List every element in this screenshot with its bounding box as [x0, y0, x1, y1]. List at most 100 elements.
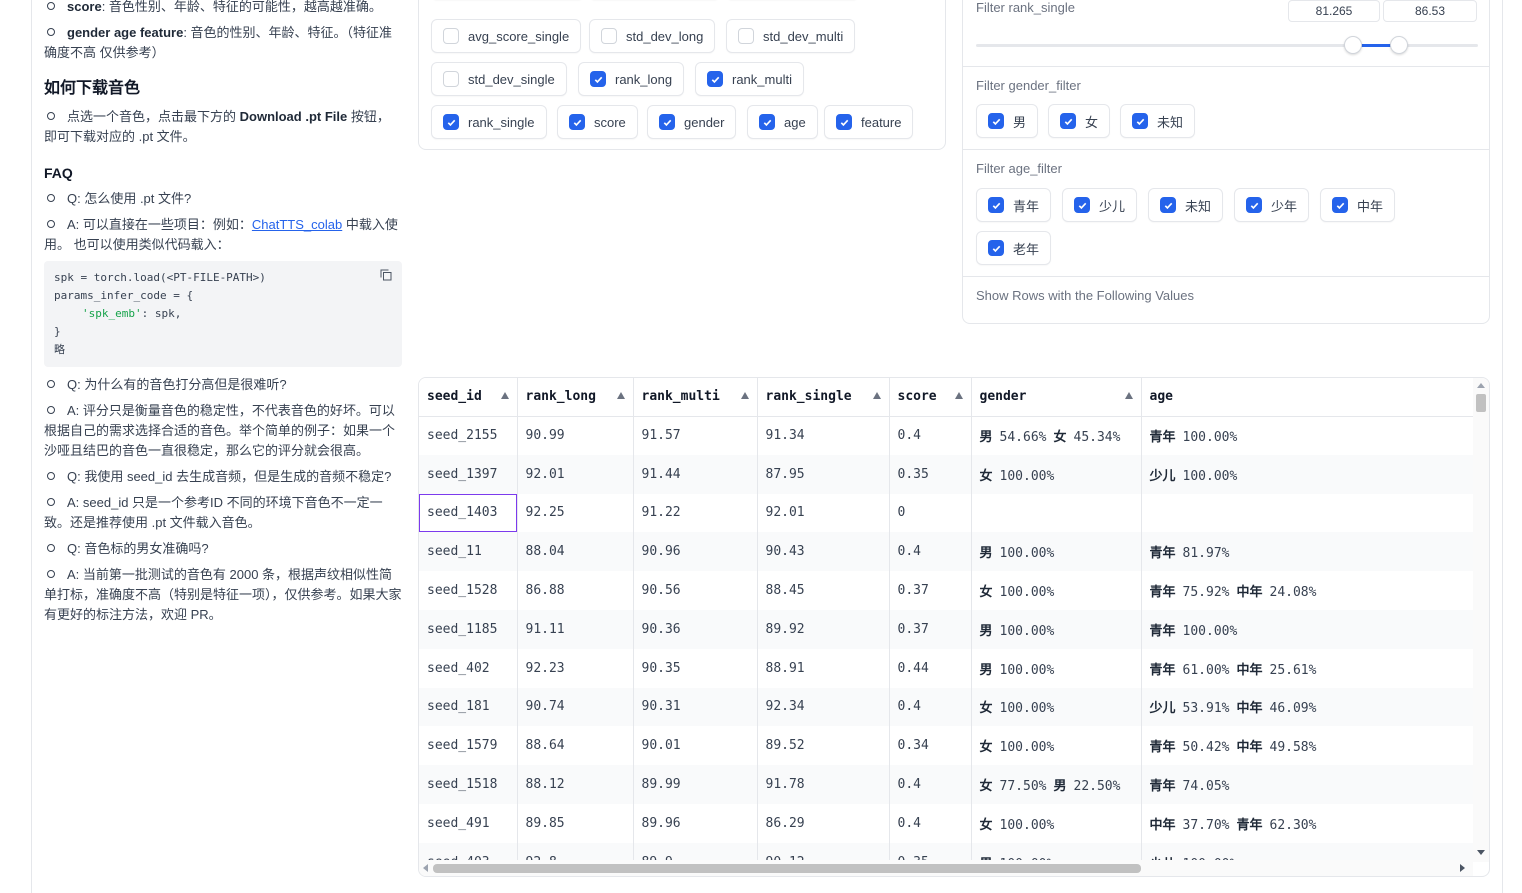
rank-long-cell[interactable]: 88.64: [517, 726, 634, 766]
seed-id-cell[interactable]: seed_11: [419, 532, 518, 572]
rank-single-cell[interactable]: 86.29: [757, 803, 890, 843]
gender-cell[interactable]: 女 100.00%: [971, 687, 1142, 727]
checkbox-checked[interactable]: [1160, 197, 1176, 213]
rank-multi-cell[interactable]: 89.99: [633, 765, 758, 804]
slider-max-handle[interactable]: [1390, 36, 1408, 54]
checkbox-checked[interactable]: [707, 71, 723, 87]
checkbox-checked[interactable]: [443, 114, 459, 130]
rank-single-cell[interactable]: 91.34: [757, 416, 890, 455]
checkbox-checked[interactable]: [1074, 197, 1090, 213]
table-row[interactable]: seed_1397 92.01 91.44 87.95 0.35 女 100.00% 少儿 10…: [419, 454, 1473, 494]
seed-id-cell[interactable]: seed_402: [419, 648, 518, 688]
sort-arrow-icon[interactable]: [740, 392, 749, 399]
rank-multi-cell[interactable]: 91.57: [633, 416, 758, 455]
column-chip-std_dev_multi[interactable]: std_dev_multi: [726, 19, 856, 53]
score-cell[interactable]: 0.37: [889, 571, 972, 610]
column-chip-std_dev_single[interactable]: std_dev_single: [431, 62, 567, 96]
rank-single-cell[interactable]: 89.92: [757, 609, 890, 649]
age-cell[interactable]: 青年 100.00%: [1141, 609, 1473, 649]
chattts-colab-link[interactable]: ChatTTS_colab: [252, 217, 342, 232]
checkbox[interactable]: [601, 28, 617, 44]
checkbox-checked[interactable]: [659, 114, 675, 130]
column-chip-rank_multi[interactable]: rank_multi: [695, 62, 804, 96]
scroll-down-icon[interactable]: [1477, 850, 1485, 855]
seed-id-cell[interactable]: seed_181: [419, 687, 518, 727]
age-option-youth[interactable]: 青年: [976, 188, 1052, 222]
scroll-right-icon[interactable]: [1460, 864, 1465, 872]
column-chip-std_dev_long[interactable]: std_dev_long: [589, 19, 716, 53]
column-header-score[interactable]: score: [889, 378, 972, 417]
score-cell[interactable]: 0.34: [889, 726, 972, 766]
copy-icon[interactable]: [380, 269, 392, 281]
age-cell[interactable]: 中年 37.70% 青年 62.30%: [1141, 804, 1473, 843]
column-header-rank_multi[interactable]: rank_multi: [633, 378, 758, 417]
rank-long-cell[interactable]: 88.04: [517, 532, 634, 572]
rank-multi-cell[interactable]: 90.35: [633, 648, 758, 688]
gender-cell[interactable]: 女 100.00%: [971, 726, 1142, 766]
seed-id-cell[interactable]: seed_1579: [419, 726, 518, 766]
column-chip-rank_long[interactable]: rank_long: [578, 62, 685, 96]
horizontal-scrollbar[interactable]: [419, 860, 1473, 876]
rank-multi-cell[interactable]: 89.96: [633, 803, 758, 843]
checkbox-checked[interactable]: [1246, 197, 1262, 213]
rank-long-cell[interactable]: 91.11: [517, 609, 634, 649]
checkbox-checked[interactable]: [590, 71, 606, 87]
rank-single-cell[interactable]: 88.91: [757, 648, 890, 688]
checkbox-checked[interactable]: [988, 113, 1004, 129]
rank-single-cell[interactable]: 92.34: [757, 687, 890, 727]
gender-cell[interactable]: 男 100.00%: [971, 609, 1142, 649]
gender-cell[interactable]: 女 77.50% 男 22.50%: [971, 765, 1142, 804]
rank-long-cell[interactable]: 92.01: [517, 454, 634, 494]
checkbox[interactable]: [738, 28, 754, 44]
column-chip-score[interactable]: score: [557, 105, 638, 139]
checkbox-checked[interactable]: [988, 240, 1004, 256]
column-header-seed_id[interactable]: seed_id: [419, 378, 518, 417]
table-row[interactable]: seed_1518 88.12 89.99 91.78 0.4 女 77.50% 男 22.50…: [419, 765, 1473, 804]
rank-single-cell[interactable]: 87.95: [757, 454, 890, 494]
rank-single-cell[interactable]: 91.78: [757, 765, 890, 804]
checkbox-checked[interactable]: [569, 114, 585, 130]
rank-long-cell[interactable]: 89.85: [517, 803, 634, 843]
scroll-up-icon[interactable]: [1477, 383, 1485, 388]
gender-cell[interactable]: 女 100.00%: [971, 803, 1142, 843]
sort-arrow-icon[interactable]: [500, 392, 509, 399]
age-option-unknown[interactable]: 未知: [1148, 188, 1224, 222]
rank-long-cell[interactable]: 92.25: [517, 493, 634, 533]
rank-single-cell[interactable]: 92.01: [757, 493, 890, 533]
age-option-elderly[interactable]: 老年: [976, 231, 1052, 265]
age-option-teen[interactable]: 少年: [1234, 188, 1310, 222]
rank-multi-cell[interactable]: 90.31: [633, 687, 758, 727]
rank-multi-cell[interactable]: 90.96: [633, 532, 758, 572]
checkbox-checked[interactable]: [988, 197, 1004, 213]
score-cell[interactable]: 0.4: [889, 532, 972, 572]
scroll-left-icon[interactable]: [423, 864, 428, 872]
checkbox[interactable]: [443, 28, 459, 44]
seed-id-cell[interactable]: seed_491: [419, 803, 518, 843]
seed-id-cell[interactable]: seed_1185: [419, 609, 518, 649]
column-header-rank_long[interactable]: rank_long: [517, 378, 634, 417]
rank-single-cell[interactable]: 88.45: [757, 571, 890, 610]
score-cell[interactable]: 0: [889, 493, 972, 533]
scrollbar-thumb[interactable]: [1476, 394, 1486, 412]
rank-multi-cell[interactable]: 90.01: [633, 726, 758, 766]
score-cell[interactable]: 0.35: [889, 454, 972, 494]
checkbox-checked[interactable]: [1332, 197, 1348, 213]
column-chip-rank_single[interactable]: rank_single: [431, 105, 547, 139]
age-cell[interactable]: 少儿 100.00%: [1141, 454, 1473, 494]
seed-id-cell[interactable]: seed_1397: [419, 454, 518, 494]
score-cell[interactable]: 0.4: [889, 687, 972, 727]
rank-long-cell[interactable]: 92.23: [517, 648, 634, 688]
rank-single-cell[interactable]: 89.52: [757, 726, 890, 766]
rank-single-cell[interactable]: 90.43: [757, 532, 890, 572]
rank-multi-cell[interactable]: 91.44: [633, 454, 758, 494]
age-option-child[interactable]: 少儿: [1062, 188, 1138, 222]
table-row[interactable]: seed_491 89.85 89.96 86.29 0.4 女 100.00% 中年 37.7…: [419, 803, 1473, 843]
age-cell[interactable]: 青年 50.42% 中年 49.58%: [1141, 726, 1473, 765]
vertical-scrollbar[interactable]: [1473, 378, 1489, 862]
checkbox-checked[interactable]: [836, 114, 852, 130]
table-row[interactable]: seed_402 92.23 90.35 88.91 0.44 男 100.00% 青年 61.…: [419, 648, 1473, 688]
sort-arrow-icon[interactable]: [1124, 392, 1133, 399]
gender-cell[interactable]: [971, 493, 1142, 533]
column-header-gender[interactable]: gender: [971, 378, 1142, 417]
seed-id-cell[interactable]: seed_2155: [419, 416, 518, 455]
